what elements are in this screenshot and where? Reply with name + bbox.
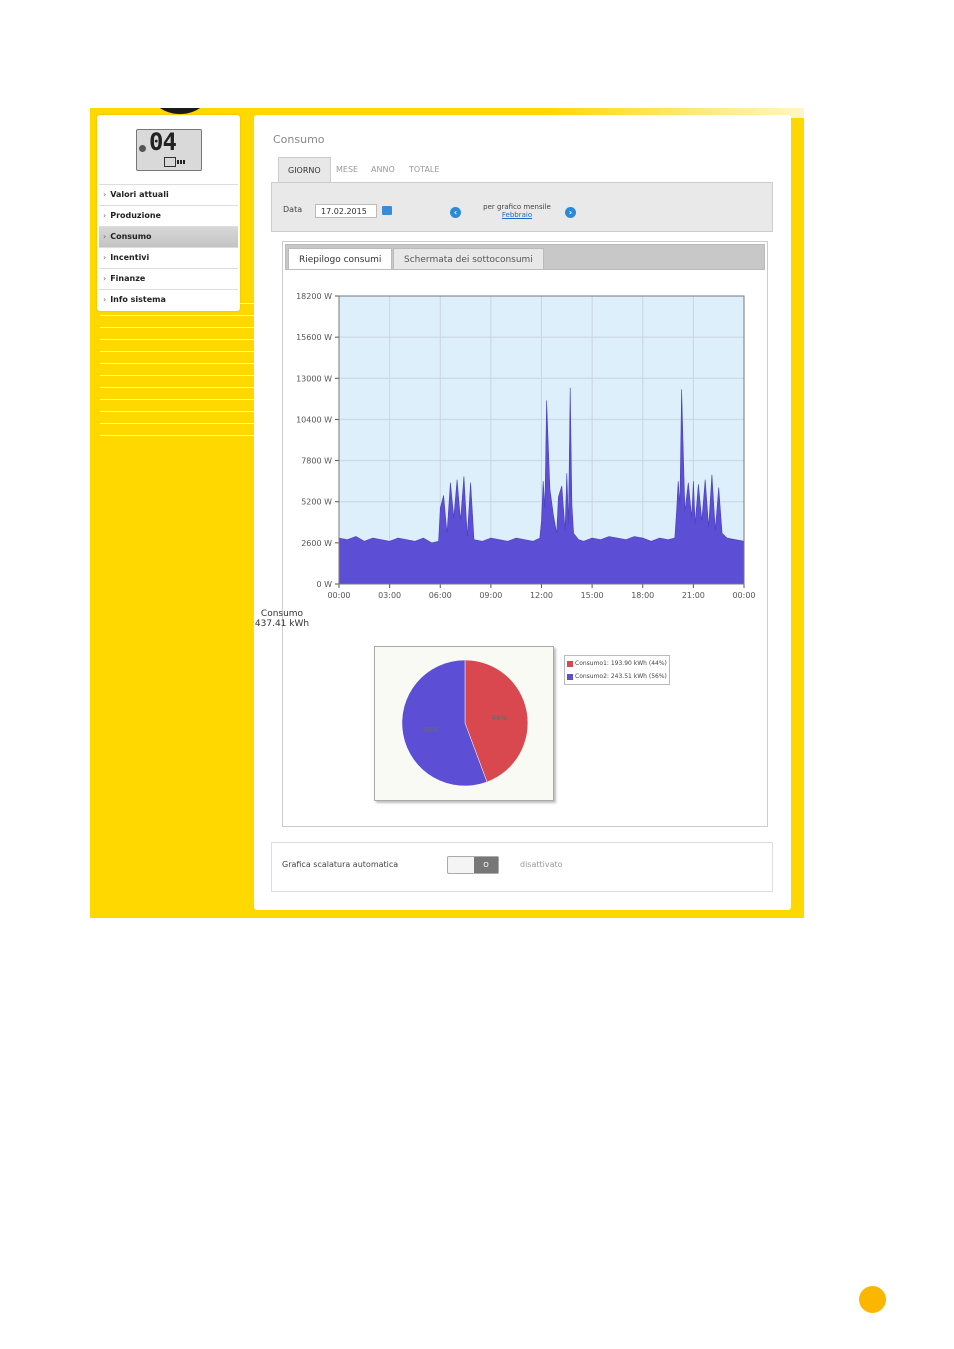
consumption-pie-chart: 44% 56% bbox=[401, 659, 529, 787]
pie-legend: Consumo1: 193.90 kWh (44%) Consumo2: 243… bbox=[564, 655, 670, 685]
chart-caption: Consumo 437.41 kWh bbox=[232, 609, 332, 629]
x-tick-label: 12:00 bbox=[530, 591, 553, 600]
auto-scale-label: Grafica scalatura automatica bbox=[282, 860, 399, 869]
x-tick-label: 21:00 bbox=[682, 591, 705, 600]
legend-item-consumo1: Consumo1: 193.90 kWh (44%) bbox=[567, 657, 667, 670]
y-tick-label: 2600 W bbox=[301, 539, 332, 548]
chart-caption-title: Consumo bbox=[260, 609, 304, 619]
auto-scale-row: Grafica scalatura automatica O disattiva… bbox=[271, 842, 773, 892]
y-tick-label: 13000 W bbox=[296, 374, 332, 383]
x-tick-label: 00:00 bbox=[327, 591, 350, 600]
legend-swatch-blue bbox=[567, 673, 573, 680]
legend-swatch-red bbox=[567, 660, 573, 667]
x-tick-label: 18:00 bbox=[631, 591, 654, 600]
y-tick-label: 0 W bbox=[316, 580, 332, 589]
legend-label: Consumo1: 193.90 kWh (44%) bbox=[575, 660, 667, 667]
pie-slice-label: 44% bbox=[491, 714, 507, 722]
auto-scale-state: disattivato bbox=[520, 860, 563, 869]
x-tick-label: 06:00 bbox=[429, 591, 452, 600]
chart-caption-total: 437.41 kWh bbox=[254, 619, 310, 629]
page-marker-dot bbox=[859, 1286, 886, 1313]
x-tick-label: 15:00 bbox=[581, 591, 604, 600]
y-tick-label: 10400 W bbox=[296, 415, 332, 424]
x-tick-label: 03:00 bbox=[378, 591, 401, 600]
x-tick-label: 09:00 bbox=[479, 591, 502, 600]
y-tick-label: 18200 W bbox=[296, 292, 332, 301]
y-tick-label: 7800 W bbox=[301, 457, 332, 466]
consumption-area-chart: 18200 W 15600 W 13000 W 10400 W 7800 W 5200 W… bbox=[296, 292, 755, 600]
legend-label: Consumo2: 243.51 kWh (56%) bbox=[575, 673, 667, 680]
pie-chart-box: 44% 56% bbox=[374, 646, 554, 801]
auto-scale-toggle[interactable]: O bbox=[447, 856, 499, 874]
pie-slice-label: 56% bbox=[423, 726, 439, 734]
y-tick-label: 15600 W bbox=[296, 333, 332, 342]
toggle-knob: O bbox=[474, 857, 498, 873]
legend-item-consumo2: Consumo2: 243.51 kWh (56%) bbox=[567, 670, 667, 683]
y-tick-label: 5200 W bbox=[301, 498, 332, 507]
x-tick-label: 00:00 bbox=[732, 591, 755, 600]
